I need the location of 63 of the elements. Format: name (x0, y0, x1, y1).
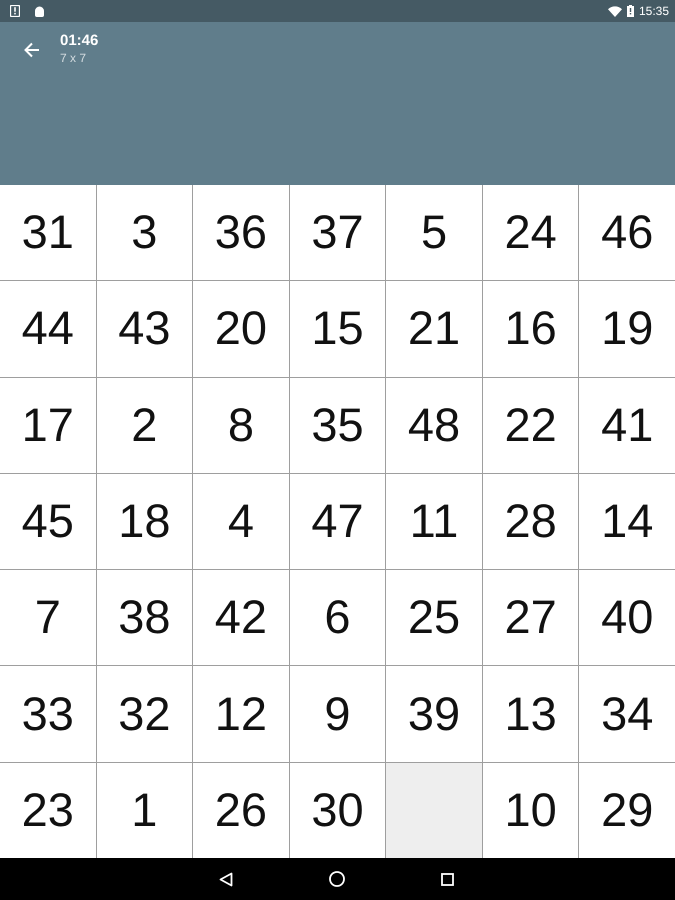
number-tile[interactable]: 21 (386, 281, 482, 377)
number-tile[interactable]: 28 (482, 474, 578, 570)
number-tile[interactable]: 5 (386, 185, 482, 280)
number-tile[interactable]: 26 (193, 762, 289, 858)
number-tile[interactable]: 41 (579, 378, 675, 473)
number-tile[interactable]: 33 (0, 666, 96, 762)
number-tile[interactable]: 38 (96, 570, 192, 666)
number-tile[interactable]: 13 (482, 666, 578, 762)
number-tile[interactable]: 25 (386, 570, 482, 666)
nav-back-button[interactable] (219, 872, 233, 886)
number-tile[interactable]: 18 (96, 474, 192, 570)
number-tile[interactable]: 23 (0, 762, 96, 858)
home-circle-icon (329, 871, 345, 887)
number-tile[interactable]: 19 (579, 281, 675, 377)
number-tile[interactable]: 14 (579, 474, 675, 570)
number-tile[interactable]: 27 (482, 570, 578, 666)
battery-icon (626, 5, 634, 17)
number-tile[interactable]: 39 (386, 666, 482, 762)
robot-icon (34, 6, 45, 16)
recents-square-icon (441, 872, 454, 886)
number-tile[interactable]: 47 (290, 474, 386, 570)
number-tile[interactable]: 34 (579, 666, 675, 762)
number-tile[interactable]: 1 (96, 762, 192, 858)
board-size-subtitle: 7 x 7 (60, 50, 86, 66)
number-tile[interactable]: 22 (482, 378, 578, 473)
number-tile[interactable]: 3 (96, 185, 192, 280)
number-tile[interactable]: 42 (193, 570, 289, 666)
number-tile[interactable]: 12 (193, 666, 289, 762)
number-tile[interactable]: 46 (579, 185, 675, 280)
number-tile[interactable]: 30 (290, 762, 386, 858)
status-time: 15:35 (638, 4, 669, 18)
number-tile[interactable]: 16 (482, 281, 578, 377)
number-tile[interactable]: 31 (0, 185, 96, 280)
number-tile[interactable]: 45 (0, 474, 96, 570)
number-tile[interactable]: 7 (0, 570, 96, 666)
number-tile[interactable]: 35 (290, 378, 386, 473)
number-tile[interactable]: 43 (96, 281, 192, 377)
number-tile[interactable]: 36 (193, 185, 289, 280)
back-arrow-icon (24, 42, 40, 58)
wifi-icon (608, 6, 622, 16)
number-tile[interactable]: 11 (386, 474, 482, 570)
back-button[interactable] (24, 42, 40, 58)
number-tile[interactable]: 9 (290, 666, 386, 762)
number-tile[interactable]: 4 (193, 474, 289, 570)
number-tile[interactable]: 15 (290, 281, 386, 377)
number-tile[interactable]: 2 (96, 378, 192, 473)
number-tile[interactable]: 44 (0, 281, 96, 377)
recents-button[interactable] (441, 872, 454, 886)
timer-title: 01:46 (60, 32, 98, 50)
home-button[interactable] (329, 871, 345, 887)
number-tile[interactable]: 6 (290, 570, 386, 666)
number-tile[interactable]: 20 (193, 281, 289, 377)
number-tile[interactable]: 8 (193, 378, 289, 473)
number-tile[interactable]: 10 (482, 762, 578, 858)
number-tile[interactable]: 29 (579, 762, 675, 858)
number-tile[interactable]: 17 (0, 378, 96, 473)
number-tile[interactable]: 24 (482, 185, 578, 280)
number-tile[interactable]: 32 (96, 666, 192, 762)
number-tile[interactable]: 40 (579, 570, 675, 666)
back-triangle-icon (219, 872, 233, 886)
number-tile[interactable]: 37 (290, 185, 386, 280)
number-tile[interactable]: 48 (386, 378, 482, 473)
device-alert-icon (10, 5, 20, 17)
